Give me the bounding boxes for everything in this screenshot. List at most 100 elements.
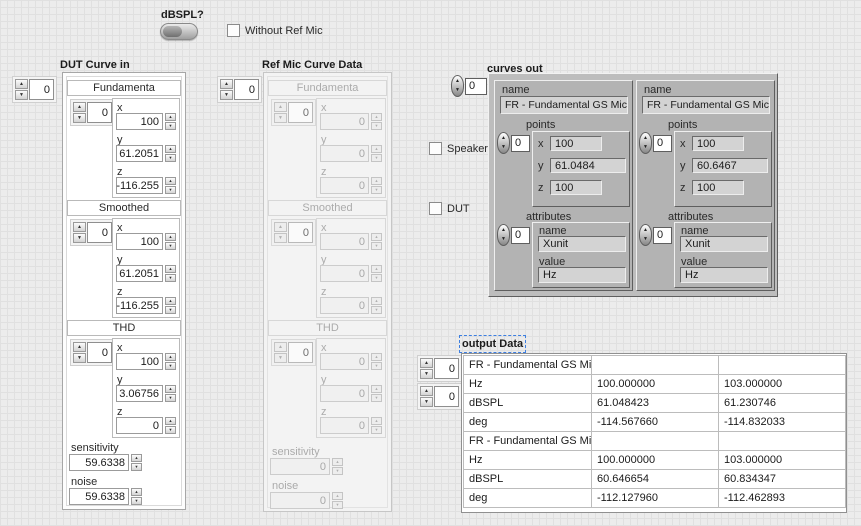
table-cell[interactable]: FR - Fundamental GS Mic2 [464,432,592,451]
dbspl-toggle[interactable] [160,23,198,40]
sensitivity-value[interactable]: 59.6338 [69,454,129,471]
dut-fundamental-y[interactable]: 61.2051 ▲▼ [116,145,176,162]
y-value[interactable]: 61.2051 [116,265,163,282]
decrement-icon[interactable]: ▼ [165,154,176,162]
x-value[interactable]: 100 [116,113,163,130]
decrement-icon[interactable]: ▼ [15,90,28,100]
dut-array-index[interactable]: ▲ ▼ 0 [12,76,57,103]
decrement-icon[interactable]: ▼ [420,397,433,407]
index-value[interactable]: 0 [87,342,112,363]
z-value[interactable]: -116.255 [116,297,163,314]
increment-icon[interactable]: ▲ [73,222,86,232]
increment-icon[interactable]: ▲ [165,265,176,273]
attributes-index[interactable]: ▲ ▼ 0 [639,224,672,246]
y-value[interactable]: 3.06756 [116,385,163,402]
index-value[interactable]: 0 [87,102,112,123]
z-value[interactable]: -116.255 [116,177,163,194]
dut-smoothed-x[interactable]: 100 ▲▼ [116,233,176,250]
table-cell[interactable]: deg [464,413,592,432]
decrement-icon[interactable]: ▼ [165,362,176,370]
table-cell[interactable]: 103.000000 [719,451,846,470]
index-value[interactable]: 0 [87,222,112,243]
increment-icon[interactable]: ▲ [501,136,506,141]
decrement-icon[interactable]: ▼ [643,237,648,242]
increment-icon[interactable]: ▲ [131,454,142,462]
increment-icon[interactable]: ▲ [165,353,176,361]
dut-thd-y[interactable]: 3.06756 ▲▼ [116,385,176,402]
increment-icon[interactable]: ▲ [643,136,648,141]
index-value[interactable]: 0 [434,386,459,407]
table-cell[interactable]: FR - Fundamental GS Mic1 [464,356,592,375]
table-cell[interactable]: -112.127960 [592,489,719,508]
decrement-icon[interactable]: ▼ [165,394,176,402]
increment-icon[interactable]: ▲ [165,417,176,425]
index-value[interactable]: 0 [434,358,459,379]
decrement-icon[interactable]: ▼ [501,237,506,242]
decrement-icon[interactable]: ▼ [165,426,176,434]
index-value[interactable]: 0 [653,135,672,152]
table-cell[interactable]: 60.834347 [719,470,846,489]
decrement-icon[interactable]: ▼ [73,233,86,243]
dut-sensitivity[interactable]: 59.6338 ▲▼ [69,454,142,471]
table-cell[interactable] [592,356,719,375]
dut-fundamental-z[interactable]: -116.255 ▲▼ [116,177,176,194]
attributes-index[interactable]: ▲▼ 0 [497,224,530,246]
dut-thd-x[interactable]: 100 ▲▼ [116,353,176,370]
increment-icon[interactable]: ▲ [165,233,176,241]
increment-icon[interactable]: ▲ [131,488,142,496]
decrement-icon[interactable]: ▼ [165,306,176,314]
output-col-index[interactable]: ▲▼ 0 [417,383,462,410]
noise-value[interactable]: 59.6338 [69,488,129,505]
dut-smoothed-y[interactable]: 61.2051 ▲▼ [116,265,176,282]
decrement-icon[interactable]: ▼ [165,274,176,282]
table-cell[interactable]: 103.000000 [719,375,846,394]
points-index[interactable]: ▲ ▼ 0 [639,132,672,154]
increment-icon[interactable]: ▲ [165,113,176,121]
index-value[interactable]: 0 [511,227,530,244]
increment-icon[interactable]: ▲ [15,79,28,89]
increment-icon[interactable]: ▲ [643,228,648,233]
table-cell[interactable] [592,432,719,451]
decrement-icon[interactable]: ▼ [165,122,176,130]
dut-thd-z[interactable]: 0 ▲▼ [116,417,176,434]
dut-fundamental-index[interactable]: ▲▼ 0 [70,99,115,126]
increment-icon[interactable]: ▲ [165,177,176,185]
y-value[interactable]: 61.2051 [116,145,163,162]
decrement-icon[interactable]: ▼ [131,497,142,505]
decrement-icon[interactable]: ▼ [501,145,506,150]
index-value[interactable]: 0 [653,227,672,244]
table-cell[interactable]: Hz [464,375,592,394]
dut-fundamental-x[interactable]: 100 ▲▼ [116,113,176,130]
ref-array-index[interactable]: ▲ ▼ 0 [217,76,262,103]
increment-icon[interactable]: ▲ [73,102,86,112]
increment-icon[interactable]: ▲ [165,297,176,305]
table-cell[interactable]: -114.567660 [592,413,719,432]
x-value[interactable]: 100 [116,233,163,250]
dut-checkbox[interactable]: DUT [429,202,470,215]
table-cell[interactable]: deg [464,489,592,508]
decrement-icon[interactable]: ▼ [165,242,176,250]
decrement-icon[interactable]: ▼ [643,145,648,150]
without-ref-mic-checkbox[interactable]: Without Ref Mic [227,24,323,37]
x-value[interactable]: 100 [116,353,163,370]
increment-icon[interactable]: ▲ [165,145,176,153]
dut-thd-index[interactable]: ▲▼ 0 [70,339,115,366]
increment-icon[interactable]: ▲ [420,358,433,368]
decrement-icon[interactable]: ▼ [220,90,233,100]
decrement-icon[interactable]: ▼ [131,463,142,471]
dut-smoothed-z[interactable]: -116.255 ▲▼ [116,297,176,314]
table-cell[interactable] [719,432,846,451]
dut-smoothed-index[interactable]: ▲▼ 0 [70,219,115,246]
increment-icon[interactable]: ▲ [420,386,433,396]
index-value[interactable]: 0 [511,135,530,152]
decrement-icon[interactable]: ▼ [455,88,460,93]
output-row-index[interactable]: ▲▼ 0 [417,355,462,382]
decrement-icon[interactable]: ▼ [73,113,86,123]
index-value[interactable]: 0 [29,79,54,100]
table-cell[interactable] [719,356,846,375]
index-value[interactable]: 0 [234,79,259,100]
index-value[interactable]: 0 [465,78,487,95]
decrement-icon[interactable]: ▼ [420,369,433,379]
dut-noise[interactable]: 59.6338 ▲▼ [69,488,142,505]
points-index[interactable]: ▲ ▼ 0 [497,132,530,154]
